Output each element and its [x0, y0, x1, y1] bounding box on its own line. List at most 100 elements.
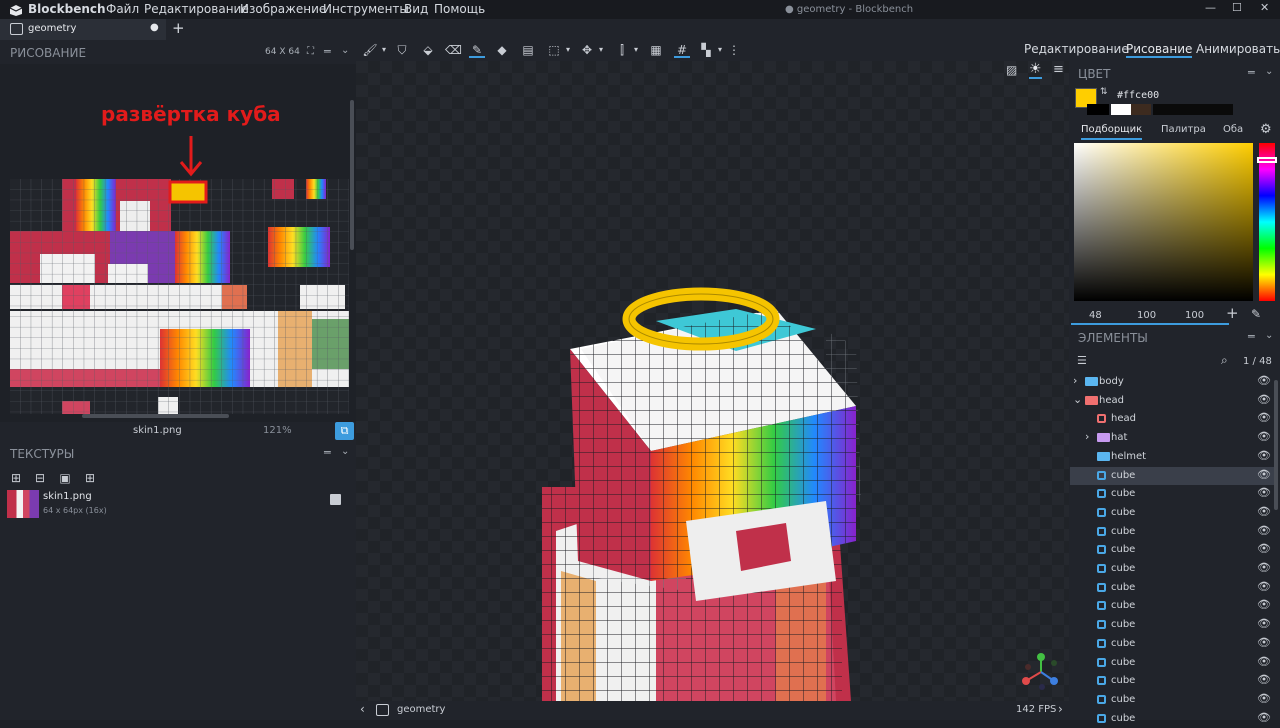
collapse-icon[interactable]: ═	[324, 45, 331, 58]
eye-icon[interactable]: 👁	[1257, 542, 1271, 555]
tab-palette[interactable]: Палитра	[1161, 124, 1206, 135]
chevron-down-icon[interactable]: ▾	[593, 42, 609, 58]
chevron-right-icon[interactable]: ›	[1058, 702, 1063, 716]
outliner-scrollbar[interactable]	[1274, 380, 1278, 510]
add-texture-icon[interactable]: ⊞	[8, 470, 24, 486]
outliner-row-cube[interactable]: cube 👁	[1070, 485, 1274, 503]
mode-paint[interactable]: Рисование	[1126, 42, 1193, 58]
outliner-row-head[interactable]: head 👁	[1070, 410, 1274, 428]
eyedropper-icon[interactable]: ✎	[1251, 307, 1261, 321]
menu-icon[interactable]: ≡	[1053, 62, 1064, 77]
outliner-row-cube[interactable]: cube 👁	[1070, 541, 1274, 559]
new-tab-button[interactable]: +	[172, 19, 185, 37]
outliner-row-cube[interactable]: cube 👁	[1070, 466, 1274, 485]
saturation-value-picker[interactable]	[1074, 143, 1253, 301]
stamp-icon[interactable]: ⛉	[394, 42, 410, 58]
grid-icon[interactable]: #	[674, 42, 690, 58]
grid-add-icon[interactable]: ⊞	[82, 470, 98, 486]
eye-icon[interactable]: 👁	[1257, 430, 1271, 443]
eraser-icon[interactable]: ⌫	[445, 42, 462, 58]
eye-icon[interactable]: 👁	[1257, 692, 1271, 705]
shapes-icon[interactable]: ◆	[494, 42, 510, 58]
chevron-down-icon[interactable]: ⌄	[1265, 66, 1273, 77]
hue-value[interactable]: 48	[1089, 310, 1102, 321]
gear-icon[interactable]: ⚙	[1260, 122, 1272, 137]
axes-gizmo-icon[interactable]	[1020, 651, 1062, 693]
swap-icon[interactable]: ⇅	[1100, 87, 1108, 97]
eye-icon[interactable]: 👁	[1257, 711, 1271, 724]
chevron-right-icon[interactable]: ›	[1073, 374, 1077, 387]
chevron-down-icon[interactable]: ▾	[560, 42, 576, 58]
outliner-row-cube[interactable]: cube 👁	[1070, 635, 1274, 653]
checkerboard-icon[interactable]: ▦	[648, 42, 664, 58]
fill-bucket-icon[interactable]: ⬙	[420, 42, 436, 58]
chevron-down-icon[interactable]: ⌄	[341, 45, 349, 56]
tab-geometry[interactable]: geometry ●	[0, 19, 166, 40]
menu-image[interactable]: Изображение	[240, 2, 326, 16]
eye-icon[interactable]: 👁	[1257, 468, 1271, 481]
menu-tools[interactable]: Инструменты	[323, 2, 409, 16]
tab-both[interactable]: Оба	[1223, 124, 1243, 135]
chevron-down-icon[interactable]: ⌄	[1265, 330, 1273, 341]
outliner-row-cube[interactable]: cube 👁	[1070, 579, 1274, 597]
eye-icon[interactable]: 👁	[1257, 393, 1271, 406]
outliner-row-cube[interactable]: cube 👁	[1070, 672, 1274, 690]
menu-edit[interactable]: Редактирование	[144, 2, 249, 16]
eye-icon[interactable]: 👁	[1257, 524, 1271, 537]
uv-editor[interactable]: развёртка куба	[0, 64, 356, 422]
search-icon[interactable]: ⌕	[1221, 353, 1228, 368]
eye-icon[interactable]: 👁	[1257, 505, 1271, 518]
color-picker-icon[interactable]: ✎	[469, 42, 485, 58]
uv-scrollbar[interactable]	[82, 414, 229, 418]
collapse-icon[interactable]: ═	[324, 446, 331, 459]
hue-handle[interactable]	[1257, 157, 1277, 163]
eye-icon[interactable]: 👁	[1257, 655, 1271, 668]
eye-icon[interactable]: 👁	[1257, 486, 1271, 499]
import-texture-icon[interactable]: ⊟	[32, 470, 48, 486]
tab-picker[interactable]: Подборщик	[1081, 124, 1143, 140]
mode-edit[interactable]: Редактирование	[1024, 42, 1129, 56]
hex-value[interactable]: #ffce00	[1117, 90, 1159, 101]
mode-animate[interactable]: Анимировать	[1196, 42, 1280, 56]
collapse-icon[interactable]: ═	[1248, 330, 1255, 343]
hue-slider[interactable]	[1259, 143, 1275, 301]
save-icon[interactable]	[330, 494, 341, 505]
chevron-left-icon[interactable]: ‹	[360, 702, 365, 716]
add-color-icon[interactable]: +	[1226, 304, 1239, 322]
texture-item[interactable]: skin1.png 64 x 64px (16x)	[4, 488, 354, 518]
outliner-row-cube[interactable]: cube 👁	[1070, 504, 1274, 522]
eye-icon[interactable]: 👁	[1257, 374, 1271, 387]
chevron-right-icon[interactable]: ›	[1085, 430, 1089, 443]
image-icon[interactable]: ▨	[1006, 63, 1017, 77]
eye-icon[interactable]: 👁	[1257, 598, 1271, 611]
folder-texture-icon[interactable]: ▣	[57, 470, 73, 486]
outliner-row-cube[interactable]: cube 👁	[1070, 523, 1274, 541]
copy-icon[interactable]: ⧉	[335, 422, 354, 440]
brightness-value[interactable]: 100	[1185, 310, 1204, 321]
eye-icon[interactable]: 👁	[1257, 580, 1271, 593]
outliner-row-cube[interactable]: cube 👁	[1070, 616, 1274, 634]
outliner-row-helmet[interactable]: helmet 👁	[1070, 448, 1274, 466]
outliner-row-cube[interactable]: cube 👁	[1070, 691, 1274, 709]
tab-unsaved-dot[interactable]: ●	[150, 22, 159, 33]
outliner-settings-icon[interactable]: ☰	[1077, 354, 1087, 367]
viewport[interactable]: ▨ ☀ ≡	[356, 61, 1069, 701]
recent-colors[interactable]	[1087, 104, 1233, 115]
chevron-down-icon[interactable]: ▾	[628, 42, 644, 58]
outliner-row-hat[interactable]: › hat 👁	[1070, 429, 1274, 447]
uv-vscrollbar[interactable]	[350, 100, 354, 250]
saturation-value[interactable]: 100	[1137, 310, 1156, 321]
outliner-row-cube[interactable]: cube 👁	[1070, 560, 1274, 578]
outliner-row-body[interactable]: › body 👁	[1070, 373, 1274, 391]
outliner-row-head[interactable]: ⌄ head 👁	[1070, 392, 1274, 410]
menu-view[interactable]: Вид	[404, 2, 428, 16]
collapse-icon[interactable]: ═	[1248, 66, 1255, 79]
outliner-row-cube[interactable]: cube 👁	[1070, 597, 1274, 615]
chevron-down-icon[interactable]: ⌄	[1073, 393, 1082, 406]
close-button[interactable]: ✕	[1260, 1, 1269, 14]
chevron-down-icon[interactable]: ⌄	[341, 446, 349, 457]
eye-icon[interactable]: 👁	[1257, 449, 1271, 462]
gradient-icon[interactable]: ▤	[520, 42, 536, 58]
eye-icon[interactable]: 👁	[1257, 636, 1271, 649]
eye-icon[interactable]: 👁	[1257, 411, 1271, 424]
